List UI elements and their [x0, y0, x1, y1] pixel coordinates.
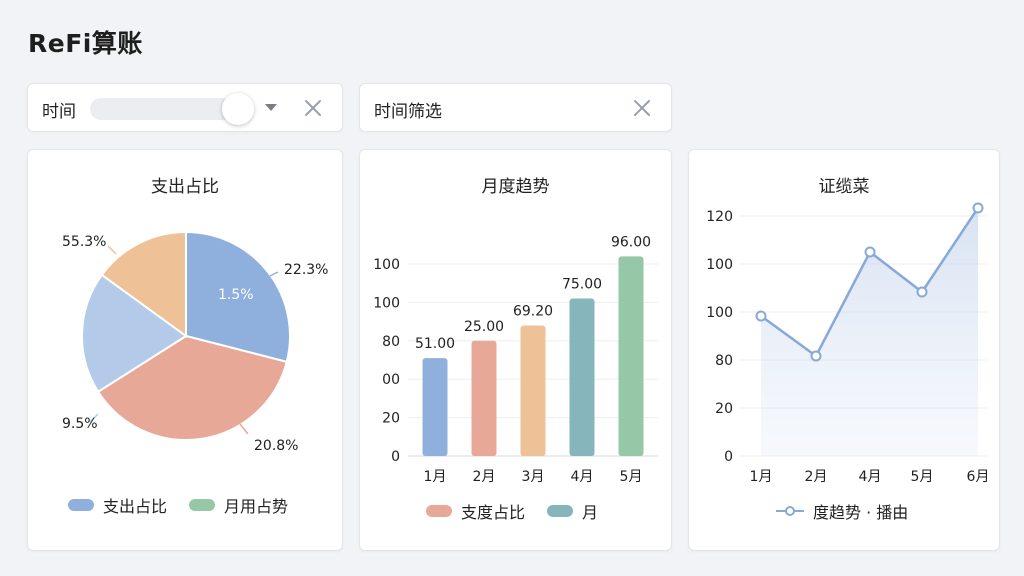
pie-leader-line	[239, 423, 249, 435]
bar-y-tick-label: 100	[373, 257, 400, 273]
bar-value-label: 75.00	[562, 277, 602, 293]
line-point	[864, 246, 876, 258]
bar	[618, 256, 644, 456]
bar	[520, 325, 546, 456]
bar-x-tick-label: 5月	[620, 469, 643, 485]
line-y-tick-label: 80	[715, 353, 733, 369]
pie-legend-item[interactable]: 月用占势	[189, 493, 288, 517]
line-point	[916, 286, 928, 298]
bar-chart-card: 月度趋势 0 20 00 80 100 100 51.00 1月 25.00 2月 69.20 3月 7…	[359, 149, 672, 551]
line-chart: 0 20 80 100 100 120 1月 2月 4月 5月 6月	[706, 202, 990, 485]
line-y-tick-label: 0	[724, 449, 733, 465]
time-range-filter-label: 时间筛选	[374, 102, 442, 122]
pie-leader-line	[107, 245, 117, 255]
line-point	[810, 350, 822, 362]
legend-swatch	[547, 505, 574, 517]
line-point	[755, 310, 767, 322]
bar	[422, 358, 448, 456]
bar-chart: 0 20 00 80 100 100 51.00 1月 25.00 2月 69.20 3月 75.00 4…	[373, 234, 658, 485]
line-chart-card: 证缆菜 0 20 80 100 100 120 1月 2月 4月 5月 6月 度趋势 · 播由	[688, 149, 1000, 551]
line-x-tick-label: 2月	[805, 469, 828, 485]
pie-slice-label: 9.5%	[62, 416, 98, 432]
line-legend: 度趋势 · 播由	[775, 499, 908, 523]
pie-leader-line	[269, 271, 279, 277]
bar-value-label: 96.00	[611, 234, 651, 250]
line-x-tick-label: 5月	[911, 469, 934, 485]
bar-y-tick-label: 100	[373, 295, 400, 311]
caret-down-icon[interactable]	[264, 96, 278, 118]
bar-y-tick-label: 80	[382, 334, 400, 350]
bar	[471, 340, 497, 456]
pie-slice-label: 22.3%	[284, 262, 328, 278]
bar-legend: 支度占比 月	[426, 499, 598, 523]
time-slider-handle[interactable]	[222, 93, 254, 125]
bar-x-tick-label: 3月	[522, 469, 545, 485]
bar-value-label: 51.00	[415, 336, 455, 352]
legend-label: 支出占比	[103, 497, 168, 516]
legend-swatch	[68, 499, 94, 511]
line-y-tick-label: 100	[706, 257, 733, 273]
pie-chart: 22.3% 20.8% 9.5% 55.3% 1.5%	[62, 230, 328, 454]
bar-y-tick-label: 00	[382, 372, 400, 388]
line-x-tick-label: 4月	[859, 469, 882, 485]
legend-label: 支度占比	[461, 503, 526, 522]
pie-legend-item[interactable]: 支出占比	[68, 493, 167, 517]
close-icon[interactable]	[631, 97, 653, 119]
legend-swatch	[426, 505, 452, 517]
pie-inner-label: 1.5%	[218, 287, 254, 303]
time-range-filter[interactable]: 时间筛选	[359, 83, 672, 132]
bar-y-tick-label: 20	[382, 411, 400, 427]
bar-legend-item[interactable]: 支度占比	[426, 499, 525, 523]
line-y-tick-label: 100	[706, 305, 733, 321]
bar-x-tick-label: 1月	[424, 469, 447, 485]
line-marker-icon	[776, 506, 804, 516]
bar-value-label: 25.00	[464, 319, 504, 335]
pie-legend: 支出占比 月用占势	[68, 493, 288, 517]
bar-legend-item[interactable]: 月	[547, 499, 598, 523]
line-area	[761, 208, 978, 456]
close-icon[interactable]	[302, 97, 324, 119]
pie-slice-label: 55.3%	[62, 234, 106, 250]
bar-value-label: 69.20	[513, 303, 553, 319]
time-filter-label: 时间	[42, 102, 76, 122]
line-y-tick-label: 120	[706, 209, 733, 225]
bar-x-tick-label: 4月	[571, 469, 594, 485]
app-title: ReFi算账	[28, 29, 143, 58]
legend-swatch	[189, 499, 216, 511]
pie-slice-label: 20.8%	[254, 438, 298, 454]
line-x-tick-label: 1月	[750, 469, 773, 485]
legend-label: 月用占势	[224, 497, 289, 516]
time-filter: 时间	[27, 83, 343, 132]
bar-y-tick-label: 0	[391, 449, 400, 465]
line-point	[972, 202, 984, 214]
legend-label: 月	[582, 503, 599, 522]
bar	[569, 298, 595, 456]
bar-x-tick-label: 2月	[473, 469, 496, 485]
pie-chart-card: 支出占比 22.3% 20.8% 9.5% 55.3% 1.5% 支出占比 月用占势	[27, 149, 343, 551]
legend-label: 度趋势 · 播由	[813, 503, 909, 522]
line-legend-item[interactable]: 度趋势 · 播由	[775, 499, 908, 523]
line-y-tick-label: 20	[715, 401, 733, 417]
line-x-tick-label: 6月	[967, 469, 990, 485]
